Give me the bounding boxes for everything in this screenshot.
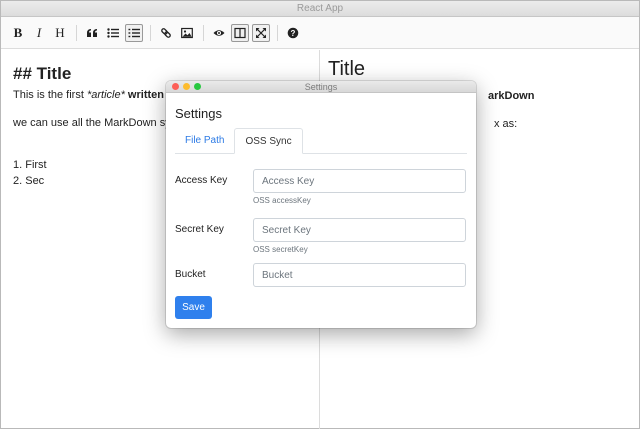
secret-key-field-group: OSS secretKey <box>253 218 467 254</box>
access-key-input[interactable] <box>253 169 466 193</box>
image-button[interactable] <box>178 24 196 42</box>
svg-text:?: ? <box>291 29 296 38</box>
eye-icon <box>213 29 225 36</box>
bucket-row: Bucket <box>175 263 467 287</box>
expand-icon <box>256 27 266 38</box>
access-key-label: Access Key <box>175 175 228 186</box>
toolbar-separator <box>76 24 77 41</box>
toolbar-separator <box>203 24 204 41</box>
close-window-button[interactable] <box>172 83 179 90</box>
side-by-side-button[interactable] <box>231 23 249 42</box>
heading-button[interactable]: H <box>51 24 69 42</box>
secret-key-row: Secret Key OSS secretKey <box>175 218 467 254</box>
bucket-field-group <box>253 263 467 287</box>
minimize-window-button[interactable] <box>183 83 190 90</box>
access-key-help: OSS accessKey <box>253 196 311 205</box>
dialog-window-title: Settings <box>304 82 338 92</box>
dialog-title: Settings <box>175 106 222 121</box>
access-key-field-group: OSS accessKey <box>253 169 467 205</box>
tab-file-path[interactable]: File Path <box>175 128 234 153</box>
dialog-titlebar: Settings <box>166 81 476 93</box>
editor-toolbar: B I H ? <box>1 17 639 49</box>
toolbar-separator <box>277 24 278 41</box>
window-titlebar: React App <box>1 1 639 17</box>
help-button[interactable]: ? <box>284 24 302 42</box>
numbered-list-icon <box>128 28 140 37</box>
zoom-window-button[interactable] <box>194 83 201 90</box>
quote-icon <box>87 28 97 37</box>
columns-icon <box>234 27 246 38</box>
fullscreen-button[interactable] <box>252 23 270 42</box>
link-icon <box>161 27 171 38</box>
settings-tabs: File Path OSS Sync <box>175 128 467 154</box>
unordered-list-button[interactable] <box>104 24 122 42</box>
secret-key-label: Secret Key <box>175 224 224 235</box>
preview-heading: Title <box>328 58 366 80</box>
editor-line-1-prefix: This is the first <box>13 89 87 101</box>
help-icon: ? <box>287 27 299 38</box>
image-icon <box>181 27 193 38</box>
preview-button[interactable] <box>210 24 228 42</box>
save-button[interactable]: Save <box>175 296 212 319</box>
link-button[interactable] <box>157 24 175 42</box>
editor-line-1-italic: *article* <box>86 89 125 101</box>
window-title: React App <box>296 3 344 14</box>
bucket-input[interactable] <box>253 263 466 287</box>
bucket-label: Bucket <box>175 269 206 280</box>
settings-dialog: Settings Settings File Path OSS Sync Acc… <box>166 81 476 328</box>
dialog-body: Settings File Path OSS Sync Access Key O… <box>166 93 476 319</box>
secret-key-input[interactable] <box>253 218 466 242</box>
quote-button[interactable] <box>83 24 101 42</box>
bullet-list-icon <box>107 27 119 38</box>
italic-button[interactable]: I <box>30 24 48 42</box>
dialog-actions: Save <box>175 296 467 319</box>
bold-button[interactable]: B <box>9 24 27 42</box>
ordered-list-button[interactable] <box>125 23 143 42</box>
secret-key-help: OSS secretKey <box>253 245 308 254</box>
window-controls <box>172 83 205 90</box>
toolbar-separator <box>150 24 151 41</box>
tab-oss-sync[interactable]: OSS Sync <box>234 128 303 154</box>
access-key-row: Access Key OSS accessKey <box>175 169 467 205</box>
